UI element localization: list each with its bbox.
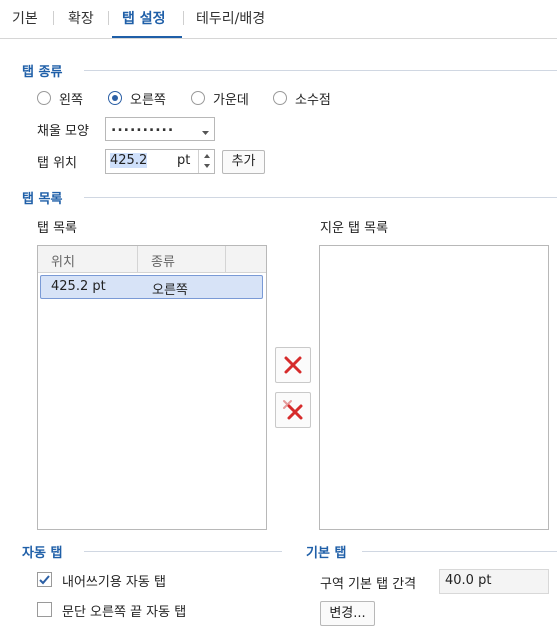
radio-left-label: 왼쪽 xyxy=(59,93,83,108)
tab-position-value: 425.2 xyxy=(110,153,148,168)
fill-style-dropdown[interactable]: .......... xyxy=(105,117,215,141)
radio-center-label: 가운데 xyxy=(213,93,249,108)
tab-separator xyxy=(183,11,184,25)
radio-right-label: 오른쪽 xyxy=(130,93,166,108)
paragraph-right-auto-tab-label: 문단 오른쪽 끝 자동 탭 xyxy=(62,605,187,620)
tab-list-label: 탭 목록 xyxy=(37,221,78,236)
indent-auto-tab-label: 내어쓰기용 자동 탭 xyxy=(62,575,166,590)
stepper-arrows-icon xyxy=(204,154,210,168)
row-position-cell: 425.2 pt xyxy=(51,279,106,294)
red-x-icon xyxy=(284,356,302,374)
deleted-tab-list-label: 지운 탭 목록 xyxy=(320,221,389,236)
radio-center[interactable] xyxy=(191,91,205,105)
column-divider xyxy=(137,246,138,272)
tab-list-box[interactable]: 위치 종류 425.2 pt 오른쪽 xyxy=(37,245,267,530)
checkmark-icon xyxy=(39,575,50,585)
column-header-kind[interactable]: 종류 xyxy=(151,251,175,270)
section-divider xyxy=(84,70,557,71)
default-tab-interval-label: 구역 기본 탭 간격 xyxy=(320,577,417,592)
tab-position-label: 탭 위치 xyxy=(37,156,78,171)
paragraph-right-auto-tab-checkbox[interactable] xyxy=(37,602,52,617)
fill-style-value: .......... xyxy=(111,119,175,135)
tab-list-section-title: 탭 목록 xyxy=(22,192,63,207)
tab-kind-section-title: 탭 종류 xyxy=(22,65,63,80)
tab-tab-settings[interactable]: 탭 설정 xyxy=(122,8,166,28)
default-tab-interval-value: 40.0 pt xyxy=(445,573,492,588)
chevron-down-icon xyxy=(202,125,209,140)
tab-position-unit: pt xyxy=(177,153,191,168)
tab-basic[interactable]: 기본 xyxy=(12,8,38,28)
radio-decimal-label: 소수점 xyxy=(295,93,331,108)
delete-all-tabs-button[interactable] xyxy=(275,392,311,428)
add-tab-button[interactable]: 추가 xyxy=(222,150,265,174)
delete-tab-button[interactable] xyxy=(275,347,311,383)
radio-left[interactable] xyxy=(37,91,51,105)
default-tab-interval-field: 40.0 pt xyxy=(439,569,549,594)
radio-right[interactable] xyxy=(108,91,122,105)
indent-auto-tab-checkbox[interactable] xyxy=(37,572,52,587)
auto-tab-section-title: 자동 탭 xyxy=(22,546,63,561)
row-kind-cell: 오른쪽 xyxy=(152,283,188,298)
tab-separator xyxy=(108,11,109,25)
red-x-all-icon xyxy=(283,400,303,420)
section-divider xyxy=(84,197,557,198)
tab-border-background[interactable]: 테두리/배경 xyxy=(196,8,265,28)
table-row[interactable]: 425.2 pt 오른쪽 xyxy=(40,275,263,299)
deleted-tab-list-box[interactable] xyxy=(319,245,549,530)
tab-position-stepper[interactable] xyxy=(198,150,215,173)
column-header-position[interactable]: 위치 xyxy=(51,251,75,270)
tab-position-field[interactable]: 425.2 pt xyxy=(105,149,215,174)
change-button[interactable]: 변경... xyxy=(320,601,375,626)
fill-style-label: 채울 모양 xyxy=(37,124,89,139)
tab-separator xyxy=(53,11,54,25)
tab-extended[interactable]: 확장 xyxy=(68,8,94,28)
radio-decimal[interactable] xyxy=(273,91,287,105)
default-tab-section-title: 기본 탭 xyxy=(306,546,347,561)
column-divider xyxy=(225,246,226,272)
tab-list-header: 위치 종류 xyxy=(38,246,266,273)
tab-bar: 기본 확장 탭 설정 테두리/배경 xyxy=(0,0,557,38)
section-divider xyxy=(84,551,282,552)
section-divider xyxy=(362,551,557,552)
